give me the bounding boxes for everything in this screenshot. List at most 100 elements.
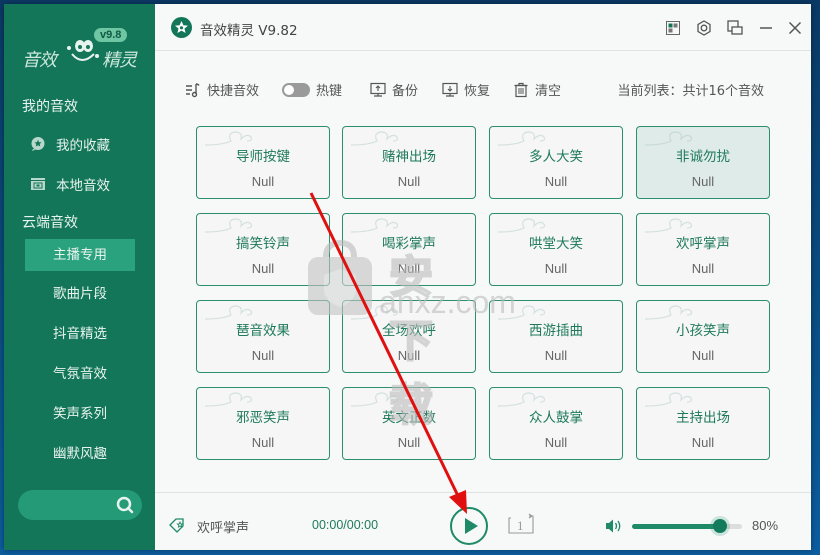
sound-name: 众人鼓掌 <box>529 410 583 426</box>
hotkey-label: 热键 <box>316 84 343 99</box>
sound-name: 西游插曲 <box>529 323 583 339</box>
mini-mode-button[interactable] <box>724 17 746 39</box>
sound-grid: 导师按键 Null 赌神出场 Null 多人大笑 Null 非诚勿扰 Null 搞笑铃声 Null… <box>196 126 771 460</box>
sound-hotkey: Null <box>251 435 275 450</box>
sound-hotkey: Null <box>691 348 715 363</box>
sound-name: 主持出场 <box>676 410 730 426</box>
volume-handle[interactable] <box>713 519 727 533</box>
sound-card[interactable]: 搞笑铃声 Null <box>196 213 330 286</box>
category-atmosphere[interactable]: 气氛音效 <box>25 358 135 390</box>
now-playing-name: 欢呼掌声 <box>197 521 250 536</box>
local-folder-icon <box>30 176 46 192</box>
sound-card[interactable]: 哄堂大笑 Null <box>489 213 623 286</box>
sound-card[interactable]: 喝彩掌声 Null <box>342 213 476 286</box>
playback-time: 00:00/00:00 <box>312 518 379 532</box>
sound-name: 琶音效果 <box>236 323 290 339</box>
sound-card[interactable]: 全场欢呼 Null <box>342 300 476 373</box>
category-humor[interactable]: 幽默风趣 <box>25 438 135 470</box>
play-icon <box>465 518 478 534</box>
sound-hotkey: Null <box>397 174 421 189</box>
sound-hotkey: Null <box>397 261 421 276</box>
minimize-button[interactable] <box>755 17 777 39</box>
sidebar-search <box>18 490 142 520</box>
play-button[interactable] <box>450 507 488 545</box>
sound-card[interactable]: 赌神出场 Null <box>342 126 476 199</box>
app-window: v9.8 音效 精灵 我的音效 我的收藏 本地音效 云端音效 主播专用 歌曲片段… <box>4 4 811 550</box>
hotkey-toggle[interactable]: 热键 <box>282 80 342 99</box>
sidebar-item-favorites[interactable]: 我的收藏 <box>30 134 110 154</box>
sound-card[interactable]: 非诚勿扰 Null <box>636 126 770 199</box>
sound-card[interactable]: 多人大笑 Null <box>489 126 623 199</box>
settings-icon <box>697 20 711 36</box>
search-input[interactable] <box>30 496 110 514</box>
sound-card[interactable]: 众人鼓掌 Null <box>489 387 623 460</box>
sound-card[interactable]: 西游插曲 Null <box>489 300 623 373</box>
logo-text-left: 音效 <box>22 50 57 71</box>
sound-hotkey: Null <box>691 435 715 450</box>
skin-icon <box>666 21 680 35</box>
sound-name: 邪恶笑声 <box>236 410 290 426</box>
logo-text-right: 精灵 <box>102 50 137 71</box>
sound-hotkey: Null <box>251 261 275 276</box>
sound-hotkey: Null <box>691 174 715 189</box>
my-sounds-title: 我的音效 <box>22 99 78 115</box>
sound-hotkey: Null <box>544 435 568 450</box>
sound-name: 导师按键 <box>236 149 290 165</box>
restore-label: 恢复 <box>464 84 491 99</box>
player-bar: 欢呼掌声 00:00/00:00 1 80% <box>155 492 811 550</box>
skin-button[interactable] <box>662 17 684 39</box>
sound-card[interactable]: 琶音效果 Null <box>196 300 330 373</box>
search-icon[interactable] <box>116 496 134 518</box>
restore-button[interactable]: 恢复 <box>442 80 490 99</box>
sound-hotkey: Null <box>544 174 568 189</box>
clear-label: 清空 <box>535 84 562 99</box>
clear-button[interactable]: 清空 <box>513 80 561 99</box>
sound-tag-icon <box>169 517 187 537</box>
quick-sound-label: 快捷音效 <box>207 84 260 99</box>
category-anchor-special[interactable]: 主播专用 <box>25 239 135 271</box>
volume-percent: 80% <box>752 518 779 533</box>
quick-sound-button[interactable]: 快捷音效 <box>185 80 259 99</box>
sound-name: 搞笑铃声 <box>236 236 290 252</box>
backup-button[interactable]: 备份 <box>370 80 418 99</box>
sound-name: 全场欢呼 <box>382 323 436 339</box>
app-icon <box>171 17 192 38</box>
minimize-icon <box>760 27 772 29</box>
sound-hotkey: Null <box>544 348 568 363</box>
sound-card[interactable]: 邪恶笑声 Null <box>196 387 330 460</box>
sound-name: 喝彩掌声 <box>382 236 436 252</box>
sound-name: 赌神出场 <box>382 149 436 165</box>
sound-card[interactable]: 英文正数 Null <box>342 387 476 460</box>
mini-mode-icon <box>727 20 743 35</box>
window-title: 音效精灵 V9.82 <box>200 23 298 39</box>
sound-card[interactable]: 导师按键 Null <box>196 126 330 199</box>
sound-name: 多人大笑 <box>529 149 583 165</box>
sound-hotkey: Null <box>397 348 421 363</box>
title-bar: 音效精灵 V9.82 <box>155 4 811 51</box>
loop-mode-button[interactable]: 1 <box>507 513 535 539</box>
sound-hotkey: Null <box>251 348 275 363</box>
category-song-clips[interactable]: 歌曲片段 <box>25 278 135 310</box>
settings-button[interactable] <box>693 17 715 39</box>
sound-card[interactable]: 欢呼掌声 Null <box>636 213 770 286</box>
list-count-info: 当前列表：共计16个音效 <box>617 84 764 99</box>
sidebar-item-local-label: 本地音效 <box>56 178 110 194</box>
category-douyin-picks[interactable]: 抖音精选 <box>25 318 135 350</box>
sidebar-item-local[interactable]: 本地音效 <box>30 174 110 194</box>
sound-card[interactable]: 小孩笑声 Null <box>636 300 770 373</box>
sidebar-item-favorites-label: 我的收藏 <box>56 138 110 154</box>
volume-slider[interactable] <box>632 519 742 533</box>
sound-hotkey: Null <box>691 261 715 276</box>
sound-card[interactable]: 主持出场 Null <box>636 387 770 460</box>
volume-icon[interactable] <box>605 518 623 538</box>
close-button[interactable] <box>784 17 806 39</box>
favorite-star-icon <box>30 136 46 152</box>
backup-label: 备份 <box>392 84 419 99</box>
hotkey-switch[interactable] <box>282 82 310 97</box>
category-laughter[interactable]: 笑声系列 <box>25 398 135 430</box>
sound-hotkey: Null <box>397 435 421 450</box>
sound-name: 英文正数 <box>382 410 436 426</box>
backup-icon <box>370 82 386 97</box>
restore-icon <box>442 82 458 97</box>
sound-hotkey: Null <box>251 174 275 189</box>
